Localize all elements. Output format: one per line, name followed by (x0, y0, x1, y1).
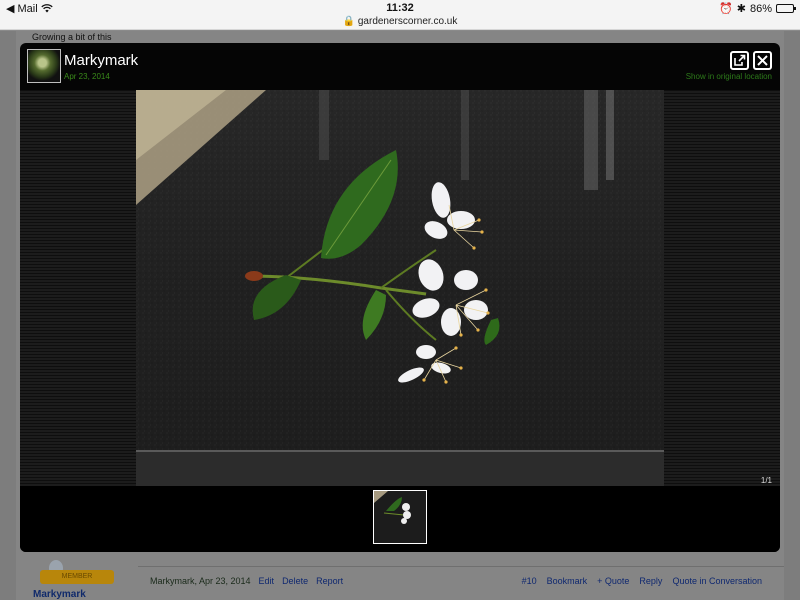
close-icon (757, 55, 768, 66)
lock-icon: 🔒 (342, 16, 356, 27)
cherry-blossom-photo (136, 90, 664, 486)
image-lightbox: Markymark Apr 23, 2014 Show in original … (20, 43, 780, 552)
open-external-button[interactable] (730, 51, 749, 70)
address-bar[interactable]: 🔒 gardenerscorner.co.uk (0, 16, 800, 27)
bookmark-link[interactable]: Bookmark (547, 576, 588, 586)
post-meta: Markymark, Apr 23, 2014 (150, 576, 251, 586)
post-footer: Markymark, Apr 23, 2014 Edit Delete Repo… (138, 566, 784, 596)
report-link[interactable]: Report (316, 576, 343, 586)
post-number-link[interactable]: #10 (522, 576, 537, 586)
bluetooth-icon: ✱ (736, 3, 746, 15)
main-photo[interactable] (136, 90, 664, 486)
quote-link[interactable]: + Quote (597, 576, 629, 586)
lightbox-date: Apr 23, 2014 (64, 72, 110, 81)
url-text: gardenerscorner.co.uk (357, 16, 458, 27)
lightbox-image-stage (20, 90, 780, 486)
user-avatar[interactable] (27, 49, 61, 83)
poster-name-link[interactable]: Markymark (33, 589, 86, 600)
external-link-icon (734, 54, 746, 66)
image-counter: 1/1 (760, 476, 772, 485)
clock: 11:32 (386, 2, 414, 14)
battery-percent: 86% (749, 2, 772, 15)
lightbox-username[interactable]: Markymark (64, 52, 138, 69)
member-badge: MEMBER (40, 570, 114, 584)
thumbnail-selected[interactable] (373, 490, 427, 544)
thumbnail-strip (20, 486, 780, 552)
edit-link[interactable]: Edit (259, 576, 275, 586)
alarm-icon: ⏰ (719, 3, 733, 15)
show-original-link[interactable]: Show in original location (686, 72, 772, 81)
status-indicators: ⏰ ✱ 86% (719, 2, 796, 15)
post-snippet: Growing a bit of this (32, 32, 112, 42)
reply-link[interactable]: Reply (639, 576, 662, 586)
lightbox-header: Markymark Apr 23, 2014 Show in original … (20, 43, 780, 89)
quote-conversation-link[interactable]: Quote in Conversation (672, 576, 762, 586)
thumbnail-image (374, 491, 426, 543)
close-lightbox-button[interactable] (753, 51, 772, 70)
battery-icon (776, 4, 796, 13)
ios-status-bar: ◀ Mail 11:32 🔒 gardenerscorner.co.uk ⏰ ✱… (0, 0, 800, 30)
delete-link[interactable]: Delete (282, 576, 308, 586)
